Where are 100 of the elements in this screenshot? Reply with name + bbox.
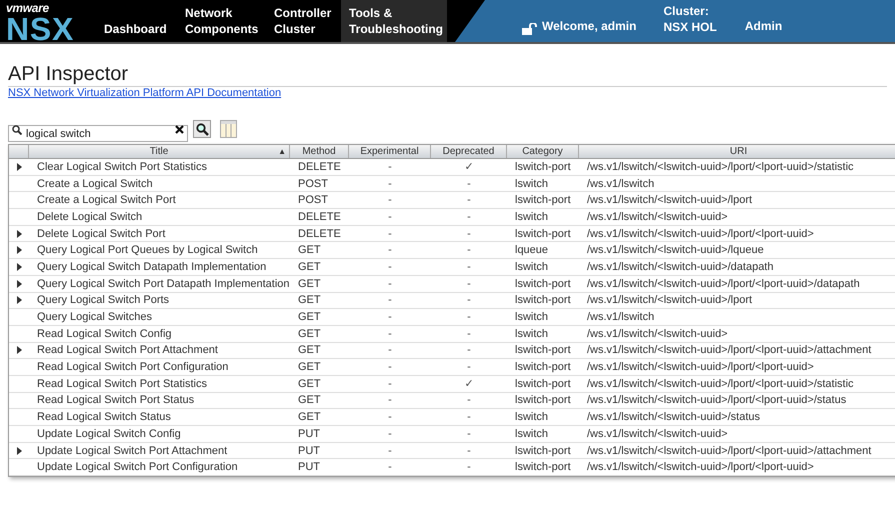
category-cell: lswitch-port bbox=[515, 394, 571, 406]
category-cell: lswitch bbox=[515, 311, 548, 324]
uri-cell: /ws.v1/lswitch bbox=[587, 311, 654, 324]
expand-icon[interactable] bbox=[16, 446, 22, 455]
deprecated-cell: - bbox=[467, 361, 471, 374]
uri-cell: /ws.v1/lswitch/<lswitch-uuid>/lqueue bbox=[587, 244, 764, 256]
table-row[interactable]: Read Logical Switch Port Attachment GET - - lswitch-port /ws.v1/lswitch/<lswitch-uuid>/lport/<lport-uuid>/attachment bbox=[9, 342, 895, 360]
column-header[interactable]: Experimental bbox=[360, 146, 419, 157]
method-cell: GET bbox=[298, 361, 321, 374]
category-cell: lswitch-port bbox=[515, 361, 571, 374]
title-cell: Read Logical Switch Config bbox=[37, 328, 172, 340]
search-field[interactable]: logical switch bbox=[8, 125, 188, 142]
table-row[interactable]: Create a Logical Switch POST - - lswitch /ws.v1/lswitch bbox=[9, 176, 895, 192]
deprecated-cell: ✓ bbox=[464, 160, 474, 173]
column-header[interactable]: Method bbox=[302, 146, 336, 157]
experimental-cell: - bbox=[388, 194, 392, 206]
table-row[interactable]: Create a Logical Switch Port POST - - lswitch-port /ws.v1/lswitch/<lswitch-uuid>/lport bbox=[9, 192, 895, 210]
category-cell: lswitch-port bbox=[515, 378, 571, 390]
table-row[interactable]: Update Logical Switch Port Configuration PUT - - lswitch-port /ws.v1/lswitch/<lswitch-uuid>/lport/<lport-uuid> bbox=[9, 459, 895, 476]
table-row[interactable]: Read Logical Switch Config GET - - lswitch /ws.v1/lswitch/<lswitch-uuid> bbox=[9, 326, 895, 343]
title-cell: Query Logical Switches bbox=[37, 311, 152, 324]
nav-tab[interactable]: Dashboard bbox=[96, 0, 177, 42]
title-cell: Read Logical Switch Port Configuration bbox=[37, 361, 228, 374]
method-cell: GET bbox=[298, 311, 321, 324]
method-cell: GET bbox=[298, 411, 321, 424]
expand-icon[interactable] bbox=[16, 246, 22, 254]
nav-tab[interactable]: Network Components bbox=[177, 0, 266, 42]
category-cell: lswitch bbox=[515, 428, 548, 440]
table-row[interactable]: Query Logical Switches GET - - lswitch /ws.v1/lswitch bbox=[9, 309, 895, 326]
method-cell: GET bbox=[298, 394, 321, 406]
column-header[interactable]: Category bbox=[522, 146, 563, 157]
table-row[interactable]: Clear Logical Switch Port Statistics DELETE - ✓ lswitch-port /ws.v1/lswitch/<lswitch-uuid>/lport/<lport-uuid>/statistic bbox=[9, 159, 895, 176]
table-row[interactable]: Update Logical Switch Config PUT - - lswitch /ws.v1/lswitch/<lswitch-uuid> bbox=[9, 426, 895, 443]
table-row[interactable]: Query Logical Switch Port Datapath Implementation GET - - lswitch-port /ws.v1/lswitch/<lswitch-uuid>/lport/<lport-uuid>/datapath bbox=[9, 276, 895, 292]
uri-cell: /ws.v1/lswitch/<lswitch-uuid>/lport bbox=[587, 194, 752, 206]
uri-cell: /ws.v1/lswitch/<lswitch-uuid>/status bbox=[587, 411, 760, 424]
expand-icon[interactable] bbox=[16, 162, 22, 171]
search-button[interactable] bbox=[193, 120, 211, 138]
uri-cell: /ws.v1/lswitch/<lswitch-uuid>/datapath bbox=[587, 260, 774, 273]
experimental-cell: - bbox=[388, 428, 392, 440]
table-row[interactable]: Query Logical Switch Ports GET - - lswitch-port /ws.v1/lswitch/<lswitch-uuid>/lport bbox=[9, 292, 895, 310]
experimental-cell: - bbox=[388, 210, 392, 223]
category-cell: lswitch bbox=[515, 178, 548, 190]
experimental-cell: - bbox=[388, 361, 392, 374]
expand-icon[interactable] bbox=[16, 280, 22, 288]
method-cell: GET bbox=[298, 244, 321, 256]
deprecated-cell: - bbox=[467, 178, 471, 190]
table-row[interactable]: Read Logical Switch Port Statistics GET - ✓ lswitch-port /ws.v1/lswitch/<lswitch-uuid>/lport/<lport-uuid>/statistic bbox=[9, 376, 895, 393]
unlock-icon bbox=[522, 23, 538, 35]
method-cell: POST bbox=[298, 178, 328, 190]
expand-icon[interactable] bbox=[16, 346, 22, 354]
column-header[interactable]: Deprecated bbox=[442, 146, 494, 157]
uri-cell: /ws.v1/lswitch/<lswitch-uuid>/lport/<lport-uuid>/status bbox=[587, 394, 846, 406]
category-cell: lswitch-port bbox=[515, 344, 571, 356]
column-header[interactable]: URI bbox=[730, 146, 748, 157]
method-cell: GET bbox=[298, 260, 321, 273]
table-row[interactable]: Read Logical Switch Status GET - - lswitch /ws.v1/lswitch/<lswitch-uuid>/status bbox=[9, 409, 895, 426]
table-row[interactable]: Delete Logical Switch DELETE - - lswitch /ws.v1/lswitch/<lswitch-uuid> bbox=[9, 209, 895, 226]
uri-cell: /ws.v1/lswitch/<lswitch-uuid> bbox=[587, 328, 728, 340]
table-row[interactable]: Delete Logical Switch Port DELETE - - lswitch-port /ws.v1/lswitch/<lswitch-uuid>/lport/<lport-uuid> bbox=[9, 226, 895, 242]
experimental-cell: - bbox=[388, 378, 392, 390]
category-cell: lswitch bbox=[515, 411, 548, 424]
table-row[interactable]: Query Logical Switch Datapath Implementation GET - - lswitch /ws.v1/lswitch/<lswitch-uuid>/datapath bbox=[9, 259, 895, 276]
method-cell: PUT bbox=[298, 444, 320, 457]
category-cell: lswitch bbox=[515, 328, 548, 340]
deprecated-cell: - bbox=[467, 194, 471, 206]
expand-icon[interactable] bbox=[16, 296, 22, 304]
deprecated-cell: - bbox=[467, 210, 471, 223]
expand-icon[interactable] bbox=[16, 230, 22, 238]
nav-tab[interactable]: Controller Cluster bbox=[266, 0, 341, 42]
uri-cell: /ws.v1/lswitch/<lswitch-uuid>/lport/<lport-uuid> bbox=[587, 361, 814, 374]
title-cell: Update Logical Switch Config bbox=[37, 428, 181, 440]
clear-icon[interactable] bbox=[175, 124, 184, 134]
uri-cell: /ws.v1/lswitch/<lswitch-uuid>/lport/<lport-uuid>/attachment bbox=[587, 444, 872, 457]
title-cell: Clear Logical Switch Port Statistics bbox=[37, 160, 207, 173]
expand-icon[interactable] bbox=[16, 262, 22, 271]
deprecated-cell: - bbox=[467, 278, 471, 290]
title-cell: Query Logical Port Queues by Logical Switch bbox=[37, 244, 258, 256]
experimental-cell: - bbox=[388, 178, 392, 190]
admin-menu[interactable]: Admin bbox=[744, 17, 782, 35]
category-cell: lswitch-port bbox=[515, 461, 571, 474]
table-row[interactable]: Update Logical Switch Port Attachment PUT - - lswitch-port /ws.v1/lswitch/<lswitch-uuid>/lport/<lport-uuid>/attachment bbox=[9, 442, 895, 460]
title-cell: Query Logical Switch Ports bbox=[37, 294, 170, 306]
method-cell: POST bbox=[298, 194, 328, 206]
category-cell: lswitch-port bbox=[515, 294, 571, 306]
category-cell: lswitch bbox=[515, 260, 548, 273]
deprecated-cell: - bbox=[467, 344, 471, 356]
method-cell: PUT bbox=[298, 461, 320, 474]
column-header[interactable]: Title bbox=[150, 146, 168, 157]
category-cell: lswitch-port bbox=[515, 278, 571, 290]
uri-cell: /ws.v1/lswitch/<lswitch-uuid>/lport bbox=[587, 294, 752, 306]
experimental-cell: - bbox=[388, 394, 392, 406]
table-row[interactable]: Read Logical Switch Port Status GET - - lswitch-port /ws.v1/lswitch/<lswitch-uuid>/lport/<lport-uuid>/status bbox=[9, 392, 895, 410]
experimental-cell: - bbox=[388, 294, 392, 306]
documentation-link[interactable]: NSX Network Virtualization Platform API Documentation bbox=[8, 87, 887, 100]
table-row[interactable]: Query Logical Port Queues by Logical Switch GET - - lqueue /ws.v1/lswitch/<lswitch-uuid>/lqueue bbox=[9, 242, 895, 260]
experimental-cell: - bbox=[388, 244, 392, 256]
category-cell: lswitch bbox=[515, 210, 548, 223]
nav-tab[interactable]: Tools & Troubleshooting bbox=[341, 0, 447, 42]
table-row[interactable]: Read Logical Switch Port Configuration GET - - lswitch-port /ws.v1/lswitch/<lswitch-uuid>/lport/<lport-uuid> bbox=[9, 359, 895, 376]
